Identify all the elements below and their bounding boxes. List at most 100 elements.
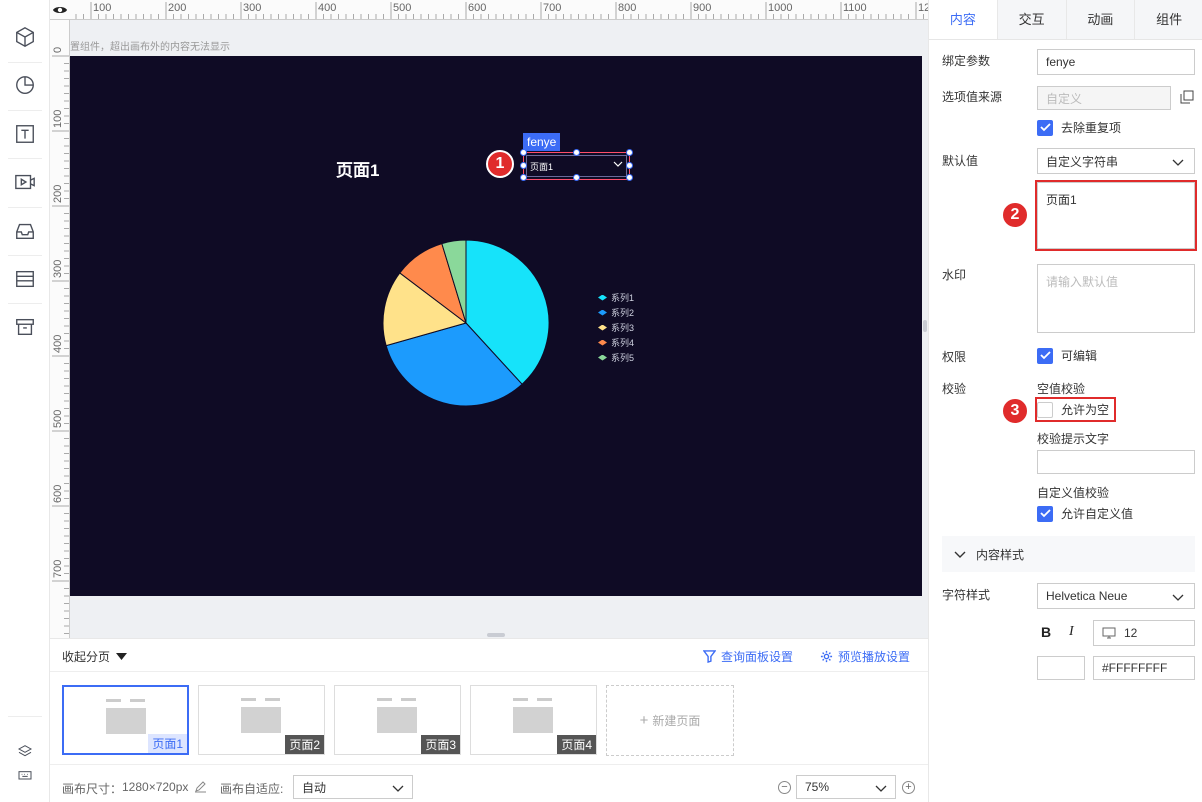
dedupe-label: 去除重复项 bbox=[1061, 121, 1122, 135]
resize-handle[interactable] bbox=[626, 149, 633, 156]
text-icon[interactable] bbox=[12, 121, 38, 147]
default-value-label: 默认值 bbox=[942, 154, 979, 168]
selected-component-tag: fenye bbox=[523, 133, 561, 151]
color-hex-input[interactable]: #FFFFFFFF bbox=[1093, 656, 1195, 680]
hint-text-input[interactable] bbox=[1037, 450, 1195, 474]
option-source-label: 选项值来源 bbox=[942, 90, 1003, 104]
pie-chart[interactable] bbox=[376, 233, 556, 413]
tab-content[interactable]: 内容 bbox=[929, 0, 998, 39]
ruler-left-label: 100 bbox=[52, 110, 64, 128]
chevron-down-icon bbox=[1172, 594, 1184, 601]
tab-component[interactable]: 组件 bbox=[1135, 0, 1202, 39]
pie-chart-icon[interactable] bbox=[12, 72, 38, 98]
screen-title[interactable]: 页面1 bbox=[336, 156, 379, 181]
layers-icon[interactable] bbox=[12, 738, 38, 764]
legend-label: 系列5 bbox=[611, 353, 635, 363]
ruler-top: 100 200 300 400 500 600 700 800 900 1000 1100 1200 bbox=[50, 0, 928, 20]
legend-item-4[interactable]: 系列4 bbox=[598, 335, 634, 350]
allow-custom-label: 允许自定义值 bbox=[1061, 507, 1134, 521]
keyboard-icon[interactable] bbox=[12, 762, 38, 788]
media-icon[interactable] bbox=[12, 169, 38, 195]
cube-icon[interactable] bbox=[12, 24, 38, 50]
annotation-badge-1: 1 bbox=[486, 150, 514, 178]
ruler-top-label: 300 bbox=[243, 2, 261, 14]
gear-icon bbox=[820, 650, 833, 663]
canvas-size-value: 1280×720px bbox=[122, 780, 189, 794]
font-family-select[interactable]: Helvetica Neue bbox=[1037, 583, 1195, 609]
chevron-down-icon bbox=[1172, 159, 1184, 166]
table-icon[interactable] bbox=[12, 266, 38, 292]
collapse-pages-button[interactable]: 收起分页 bbox=[62, 648, 128, 665]
content-style-section[interactable]: 内容样式 bbox=[942, 536, 1195, 572]
default-type-value: 自定义字符串 bbox=[1046, 154, 1119, 169]
left-toolbar bbox=[0, 0, 50, 802]
default-type-select[interactable]: 自定义字符串 bbox=[1037, 148, 1195, 174]
font-size-input[interactable]: 12 bbox=[1093, 620, 1195, 646]
resize-handle[interactable] bbox=[520, 149, 527, 156]
page-thumbnail-2[interactable]: 页面2 bbox=[198, 685, 325, 755]
new-page-label: 新建页面 bbox=[652, 714, 701, 728]
ruler-left-label: 600 bbox=[52, 485, 64, 503]
legend-item-1[interactable]: 系列1 bbox=[598, 290, 634, 305]
chevron-down-icon bbox=[875, 785, 887, 792]
monitor-icon bbox=[1102, 627, 1116, 639]
caret-down-icon bbox=[116, 652, 128, 660]
hint-text-label: 校验提示文字 bbox=[1037, 432, 1110, 446]
inbox-icon[interactable] bbox=[12, 218, 38, 244]
allow-custom-checkbox[interactable]: 允许自定义值 bbox=[1037, 505, 1133, 522]
tab-animation[interactable]: 动画 bbox=[1066, 0, 1136, 39]
editable-checkbox[interactable]: 可编辑 bbox=[1037, 347, 1097, 364]
eye-icon[interactable] bbox=[52, 3, 68, 17]
resize-handle[interactable] bbox=[573, 174, 580, 181]
zoom-value: 75% bbox=[805, 780, 830, 794]
zoom-in-button[interactable]: + bbox=[902, 781, 915, 794]
resize-handle[interactable] bbox=[626, 174, 633, 181]
filter-icon bbox=[703, 650, 716, 663]
font-family-value: Helvetica Neue bbox=[1046, 589, 1128, 603]
resize-handle[interactable] bbox=[626, 162, 633, 169]
preview-play-settings-button[interactable]: 预览播放设置 bbox=[820, 648, 910, 665]
preview-play-label: 预览播放设置 bbox=[838, 650, 911, 664]
plus-icon: + bbox=[639, 712, 649, 729]
vertical-resize-handle[interactable] bbox=[487, 633, 505, 637]
dedupe-checkbox[interactable]: 去除重复项 bbox=[1037, 119, 1121, 136]
page-thumbnail-3[interactable]: 页面3 bbox=[334, 685, 461, 755]
page-thumbnail-label: 页面1 bbox=[148, 734, 187, 753]
chevron-down-icon bbox=[392, 785, 404, 792]
permission-label: 权限 bbox=[942, 350, 967, 364]
resize-handle[interactable] bbox=[520, 162, 527, 169]
bold-button[interactable]: B bbox=[1041, 624, 1051, 640]
ruler-top-label: 800 bbox=[618, 2, 636, 14]
edit-icon[interactable] bbox=[194, 780, 207, 793]
canvas-fit-select[interactable]: 自动 bbox=[293, 775, 413, 799]
ruler-top-label: 400 bbox=[318, 2, 336, 14]
page-thumbnail-1[interactable]: 页面1 bbox=[62, 685, 189, 755]
color-swatch[interactable] bbox=[1037, 656, 1085, 680]
resize-handle[interactable] bbox=[520, 174, 527, 181]
resize-handle[interactable] bbox=[573, 149, 580, 156]
option-source-input[interactable]: 自定义 bbox=[1037, 86, 1171, 110]
chevron-down-icon bbox=[954, 551, 966, 558]
legend-item-2[interactable]: 系列2 bbox=[598, 305, 634, 320]
legend-item-5[interactable]: 系列5 bbox=[598, 350, 634, 365]
watermark-label: 水印 bbox=[942, 268, 967, 282]
new-page-button[interactable]: + 新建页面 bbox=[606, 685, 734, 756]
horizontal-resize-handle[interactable] bbox=[923, 320, 927, 332]
dashboard-screen[interactable]: 页面1 fenye 页面1 系列1 系列2 系列3 系列4 系列5 bbox=[70, 56, 922, 596]
font-style-label: 字符样式 bbox=[942, 588, 991, 602]
app-root: 100200300400500600700800900100011001200 … bbox=[0, 0, 1202, 802]
italic-button[interactable]: I bbox=[1069, 624, 1074, 640]
zoom-select[interactable]: 75% bbox=[796, 775, 896, 799]
legend-item-3[interactable]: 系列3 bbox=[598, 320, 634, 335]
copy-icon[interactable] bbox=[1180, 90, 1194, 104]
archive-icon[interactable] bbox=[12, 314, 38, 340]
query-panel-settings-button[interactable]: 查询面板设置 bbox=[703, 648, 793, 665]
legend-marker bbox=[598, 339, 607, 346]
legend-marker bbox=[598, 294, 607, 301]
page-thumbnail-4[interactable]: 页面4 bbox=[470, 685, 597, 755]
tab-interaction[interactable]: 交互 bbox=[997, 0, 1067, 39]
zoom-out-button[interactable]: − bbox=[778, 781, 791, 794]
editable-label: 可编辑 bbox=[1061, 349, 1098, 363]
watermark-textarea[interactable]: 请输入默认值 bbox=[1037, 264, 1195, 333]
bind-param-input[interactable]: fenye bbox=[1037, 49, 1195, 75]
